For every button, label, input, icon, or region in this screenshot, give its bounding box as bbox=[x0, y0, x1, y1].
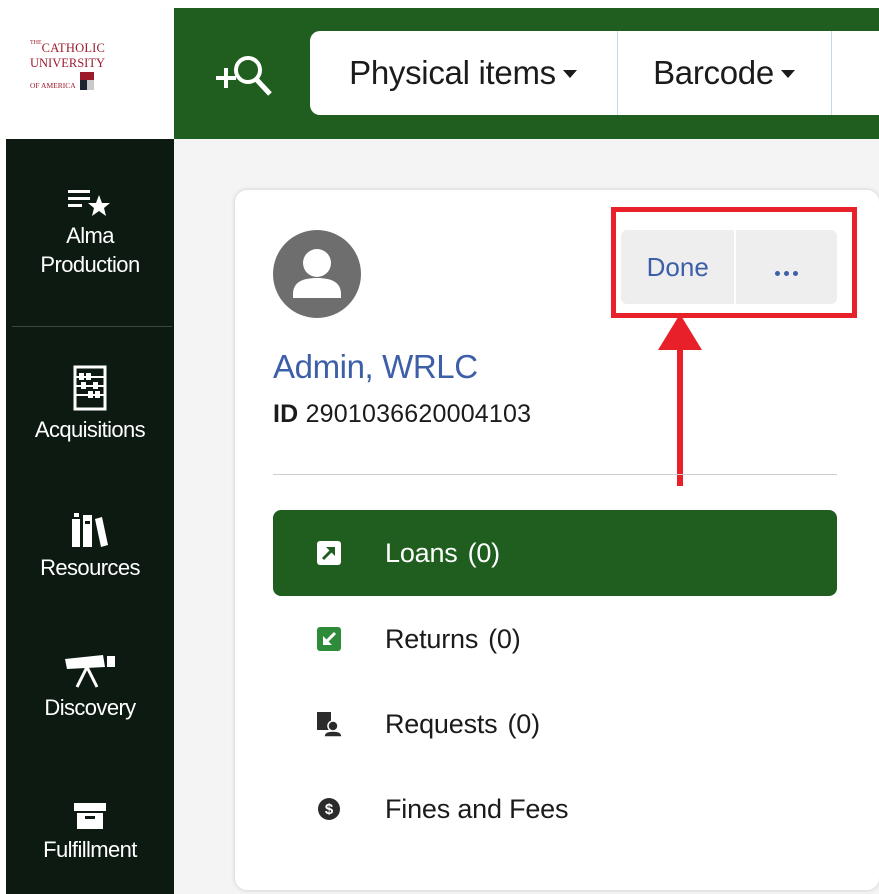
return-in-icon bbox=[317, 627, 341, 651]
list-star-icon bbox=[68, 190, 110, 216]
menu-item-count: (0) bbox=[507, 708, 540, 739]
persistent-search-icon[interactable] bbox=[214, 54, 274, 98]
menu-item-returns[interactable]: Returns (0) bbox=[273, 596, 837, 682]
search-divider bbox=[831, 31, 832, 115]
menu-item-fines-and-fees[interactable]: $ Fines and Fees bbox=[273, 766, 837, 852]
chevron-down-icon bbox=[562, 70, 577, 78]
menu-item-count: (0) bbox=[488, 623, 521, 654]
loan-out-icon bbox=[317, 541, 341, 565]
logo-text-of-america: OF AMERICA bbox=[30, 81, 76, 90]
svg-text:$: $ bbox=[325, 801, 334, 818]
patron-name-link[interactable]: Admin, WRLC bbox=[273, 348, 478, 386]
sidebar-item-label: Fulfillment bbox=[43, 837, 137, 862]
telescope-icon bbox=[65, 655, 115, 688]
annotation-arrow-icon bbox=[658, 314, 702, 486]
sidebar-item-discovery[interactable]: Discovery bbox=[6, 653, 174, 722]
university-logo[interactable]: THECATHOLIC UNIVERSITY OF AMERICA bbox=[30, 40, 140, 90]
search-scope-label: Physical items bbox=[349, 54, 556, 91]
sidebar-item-label: Discovery bbox=[44, 695, 136, 720]
sidebar-item-label: Resources bbox=[40, 555, 140, 580]
menu-item-label: Loans bbox=[385, 537, 458, 568]
user-avatar-icon bbox=[273, 230, 361, 318]
menu-item-loans[interactable]: Loans (0) bbox=[273, 510, 837, 596]
main-sidebar: Alma Production Acquisitions Resources D… bbox=[0, 139, 174, 894]
sidebar-item-label: Production bbox=[40, 252, 140, 277]
search-scope-dropdown[interactable]: Physical items bbox=[310, 31, 616, 115]
patron-id: ID 2901036620004103 bbox=[273, 400, 531, 429]
menu-item-requests[interactable]: Requests (0) bbox=[273, 681, 837, 767]
menu-item-label: Returns bbox=[385, 623, 479, 654]
logo-text-university: UNIVERSITY bbox=[30, 56, 105, 70]
sidebar-item-alma-production[interactable]: Alma Production bbox=[6, 187, 174, 279]
search-field-label: Barcode bbox=[653, 54, 774, 91]
request-person-icon bbox=[317, 712, 343, 738]
sidebar-item-resources[interactable]: Resources bbox=[6, 511, 174, 582]
chevron-down-icon bbox=[780, 70, 795, 78]
topbar-top-stripe bbox=[174, 0, 879, 8]
patron-id-value: 2901036620004103 bbox=[305, 400, 532, 428]
abacus-icon bbox=[73, 365, 107, 411]
sidebar-item-label: Acquisitions bbox=[34, 417, 146, 442]
sidebar-item-acquisitions[interactable]: Acquisitions bbox=[6, 365, 174, 444]
logo-seal-icon bbox=[79, 71, 94, 90]
dollar-circle-icon: $ bbox=[318, 798, 340, 820]
archive-box-icon bbox=[74, 803, 106, 829]
logo-text-the: THE bbox=[30, 40, 42, 46]
sidebar-item-label: Alma bbox=[66, 223, 114, 248]
logo-text-catholic: CATHOLIC bbox=[41, 41, 106, 55]
search-field-dropdown[interactable]: Barcode bbox=[618, 31, 830, 115]
books-icon bbox=[72, 513, 108, 547]
menu-item-label: Requests bbox=[385, 708, 498, 739]
sidebar-item-fulfillment[interactable]: Fulfillment bbox=[6, 801, 174, 864]
menu-item-label: Fines and Fees bbox=[385, 793, 569, 824]
menu-item-count: (0) bbox=[467, 537, 501, 568]
sidebar-divider bbox=[12, 326, 172, 327]
patron-id-label: ID bbox=[273, 400, 299, 428]
card-divider bbox=[273, 474, 837, 475]
annotation-highlight-box bbox=[611, 207, 857, 318]
logo-area: THECATHOLIC UNIVERSITY OF AMERICA bbox=[0, 0, 174, 139]
